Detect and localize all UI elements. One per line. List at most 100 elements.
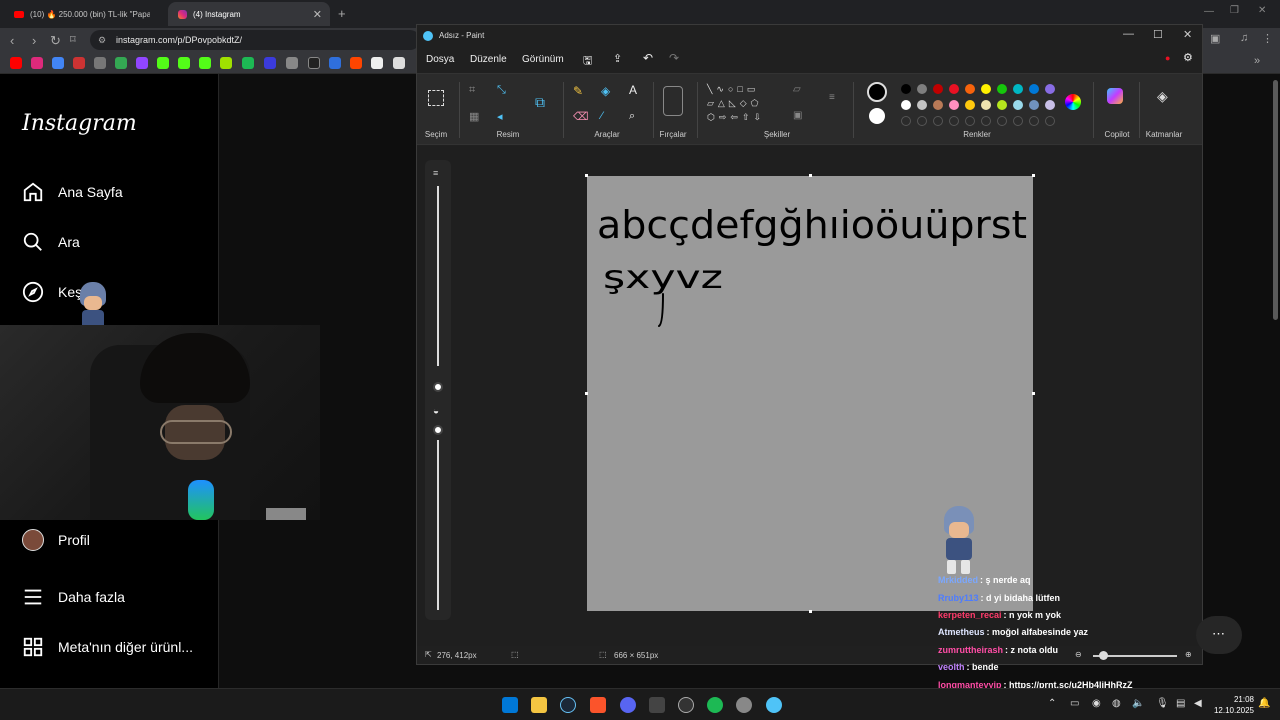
empty-color-slot[interactable] — [965, 116, 975, 126]
tab-instagram[interactable]: (4) Instagram ✕ — [168, 2, 330, 26]
empty-color-slot[interactable] — [901, 116, 911, 126]
palette-color-swatch[interactable] — [997, 84, 1007, 94]
menu-file[interactable]: Dosya — [426, 54, 454, 65]
bookmark-kick-icon[interactable] — [157, 57, 169, 69]
empty-color-slot[interactable] — [1029, 116, 1039, 126]
minimize-browser-icon[interactable]: — — [1204, 6, 1214, 17]
discord-icon[interactable] — [620, 697, 636, 713]
restore-browser-icon[interactable]: ❐ — [1230, 5, 1239, 16]
bookmark-green-icon[interactable] — [242, 57, 254, 69]
resize-icon[interactable]: ⤡ — [497, 84, 506, 97]
reload-icon[interactable]: ↻ — [50, 33, 61, 49]
opacity-track[interactable] — [437, 440, 439, 610]
mic-icon[interactable]: 🎙 — [1156, 698, 1169, 709]
empty-color-slot[interactable] — [933, 116, 943, 126]
shapes-gallery[interactable]: ╲∿○□▭ ▱△◺◇⬠ ⬡⇨⇦⇧⇩ — [707, 82, 779, 126]
tab-youtube[interactable]: (10) 🔥 250.000 (bin) TL-lik "Papa — [4, 2, 164, 26]
chat-username[interactable]: kerpeten_recai — [938, 610, 1002, 620]
palette-color-swatch[interactable] — [1045, 100, 1055, 110]
chat-username[interactable]: Rruby113 — [938, 593, 979, 603]
close-icon[interactable]: ✕ — [1183, 28, 1192, 41]
bookmark-blue-icon[interactable] — [264, 57, 276, 69]
bookmark-twitch-icon[interactable] — [136, 57, 148, 69]
spotify-icon[interactable] — [707, 697, 723, 713]
palette-color-swatch[interactable] — [901, 100, 911, 110]
tray-chevron-icon[interactable]: ⌃ — [1048, 698, 1056, 709]
color-picker-icon[interactable]: ⁄ — [601, 110, 603, 122]
empty-color-slot[interactable] — [1045, 116, 1055, 126]
new-tab-button[interactable]: + — [338, 6, 346, 21]
shape-size-icon[interactable]: ≡ — [829, 92, 835, 103]
zoom-in-icon[interactable]: ⊕ — [1185, 650, 1192, 659]
magnifier-icon[interactable]: ⌕ — [629, 110, 635, 123]
palette-color-swatch[interactable] — [901, 84, 911, 94]
chat-username[interactable]: zumruttheirash — [938, 645, 1003, 655]
empty-color-slot[interactable] — [949, 116, 959, 126]
bookmark-blue-icon[interactable] — [329, 57, 341, 69]
palette-color-swatch[interactable] — [981, 84, 991, 94]
bookmark-x-icon[interactable] — [308, 57, 320, 69]
bookmark-gmail-icon[interactable] — [52, 57, 64, 69]
palette-color-swatch[interactable] — [1013, 84, 1023, 94]
scrollbar-thumb[interactable] — [1273, 80, 1278, 320]
empty-color-slot[interactable] — [981, 116, 991, 126]
resize-handle[interactable] — [585, 392, 588, 395]
crop-icon[interactable]: ⌗ — [469, 84, 475, 97]
menu-view[interactable]: Görünüm — [522, 54, 564, 65]
resize-handle[interactable] — [585, 174, 588, 177]
image-select-icon[interactable]: ⧉ — [535, 94, 545, 111]
brave-icon[interactable] — [590, 697, 606, 713]
nav-home[interactable]: Ana Sayfa — [22, 181, 123, 203]
brush-size-track[interactable] — [437, 186, 439, 366]
palette-color-swatch[interactable] — [917, 100, 927, 110]
shape-fill-icon[interactable]: ▣ — [793, 110, 802, 121]
bookmark-reddit-icon[interactable] — [350, 57, 362, 69]
palette-color-swatch[interactable] — [933, 100, 943, 110]
more-bookmarks-icon[interactable]: » — [1254, 55, 1260, 67]
speaker-icon[interactable]: ◀ — [1194, 698, 1202, 709]
nav-profile[interactable]: Profil — [22, 529, 90, 551]
shape-outline-icon[interactable]: ▱ — [793, 84, 801, 95]
empty-color-slot[interactable] — [1013, 116, 1023, 126]
menu-dots-icon[interactable]: ⋮ — [1262, 32, 1273, 45]
more-options-icon[interactable]: ⋯ — [1212, 626, 1225, 642]
bookmark-kick-icon[interactable] — [94, 57, 106, 69]
flip-icon[interactable]: ◂ — [497, 110, 503, 123]
settings-app-icon[interactable] — [736, 697, 752, 713]
palette-color-swatch[interactable] — [981, 100, 991, 110]
palette-color-swatch[interactable] — [965, 84, 975, 94]
save-icon[interactable]: 🖫 — [583, 52, 592, 71]
start-icon[interactable] — [502, 697, 518, 713]
site-info-icon[interactable]: ⚙ — [98, 30, 106, 50]
selection-tool-icon[interactable] — [428, 90, 444, 106]
empty-color-slot[interactable] — [997, 116, 1007, 126]
network-icon[interactable]: ▤ — [1176, 698, 1185, 709]
nav-search[interactable]: Ara — [22, 231, 80, 253]
forward-icon[interactable]: › — [32, 33, 36, 48]
steam-icon[interactable] — [560, 697, 576, 713]
chat-username[interactable]: veolth — [938, 662, 965, 672]
text-icon[interactable]: A — [629, 83, 637, 97]
undo-icon[interactable]: ↶ — [643, 51, 653, 65]
bookmark-drive-icon[interactable] — [115, 57, 127, 69]
palette-color-swatch[interactable] — [933, 84, 943, 94]
close-tab-icon[interactable]: ✕ — [313, 8, 322, 21]
pencil-icon[interactable]: ✎ — [573, 84, 583, 98]
tray-app-icon[interactable]: ◉ — [1092, 698, 1101, 709]
bookmark-red-icon[interactable] — [73, 57, 85, 69]
brush-size-thumb[interactable] — [433, 382, 443, 392]
brush-icon[interactable] — [663, 86, 683, 116]
primary-color-swatch[interactable] — [867, 82, 887, 102]
tray-steam-icon[interactable]: ◍ — [1112, 698, 1121, 709]
eraser-icon[interactable]: ⌫ — [573, 110, 589, 123]
palette-color-swatch[interactable] — [965, 100, 975, 110]
layers-icon[interactable]: ◈ — [1157, 88, 1168, 105]
url-input[interactable]: ⚙ instagram.com/p/DPovpobkdtZ/ — [90, 30, 420, 50]
zoom-thumb[interactable] — [1099, 651, 1108, 660]
share-icon[interactable]: ⇪ — [613, 52, 622, 65]
app-icon[interactable] — [649, 697, 665, 713]
palette-color-swatch[interactable] — [1029, 84, 1039, 94]
opacity-thumb[interactable] — [433, 425, 443, 435]
secondary-color-swatch[interactable] — [869, 108, 885, 124]
palette-color-swatch[interactable] — [1013, 100, 1023, 110]
